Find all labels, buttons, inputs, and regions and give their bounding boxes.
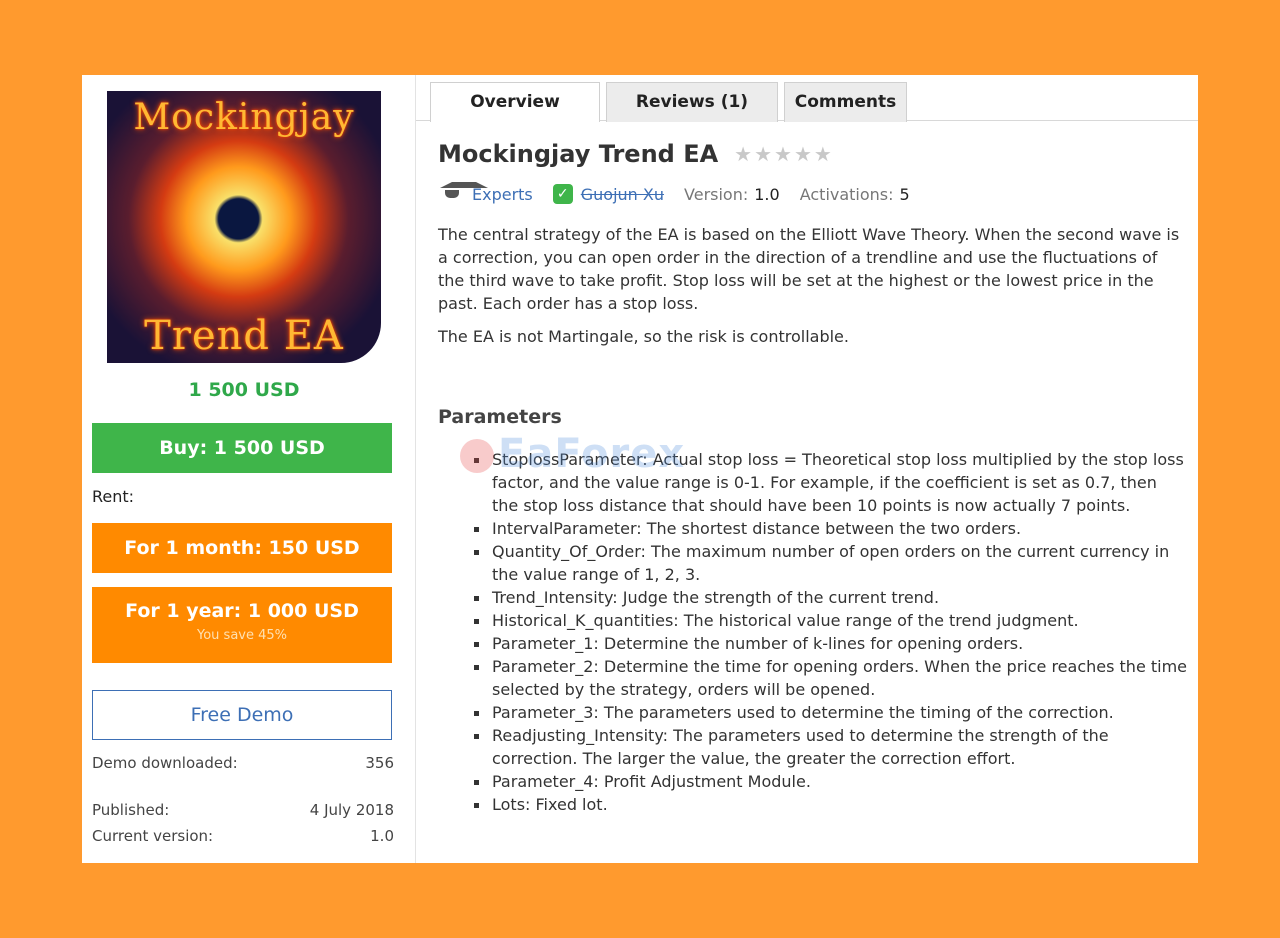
- current-version-row: Current version: 1.0: [92, 827, 394, 845]
- version-value: 1.0: [754, 184, 780, 204]
- version-label: Version:: [684, 184, 749, 204]
- info-label: Demo downloaded:: [92, 754, 238, 772]
- info-value: 356: [365, 754, 394, 772]
- verified-check-icon: ✓: [552, 184, 573, 204]
- buy-button[interactable]: Buy: 1 500 USD: [92, 423, 392, 473]
- tab-comments[interactable]: Comments: [784, 82, 907, 122]
- published-row: Published: 4 July 2018: [92, 801, 394, 819]
- info-label: Current version:: [92, 827, 214, 845]
- parameters-heading: Parameters: [438, 406, 562, 428]
- product-image[interactable]: Mockingjay Trend EA: [107, 91, 381, 363]
- rent-year-savings: You save 45%: [197, 628, 287, 643]
- parameter-item: Parameter_1: Determine the number of k-l…: [474, 632, 1188, 655]
- tab-overview[interactable]: Overview: [430, 82, 600, 122]
- product-sidebar: Mockingjay Trend EA 1 500 USD Buy: 1 500…: [82, 75, 416, 863]
- graduation-cap-icon: [438, 184, 466, 204]
- parameter-item: StoplossParameter: Actual stop loss = Th…: [474, 448, 1188, 517]
- product-image-top-text: Mockingjay: [133, 97, 355, 138]
- parameter-item: Parameter_3: The parameters used to dete…: [474, 701, 1188, 724]
- title-row: Mockingjay Trend EA ★★★★★: [438, 135, 1188, 173]
- description-paragraph: The EA is not Martingale, so the risk is…: [438, 327, 849, 346]
- product-card: Mockingjay Trend EA 1 500 USD Buy: 1 500…: [82, 75, 1198, 863]
- activations-label: Activations:: [799, 184, 894, 204]
- parameter-item: Historical_K_quantities: The historical …: [474, 609, 1188, 632]
- product-image-bottom-text: Trend EA: [144, 313, 344, 359]
- info-value: 4 July 2018: [309, 801, 394, 819]
- activations-value: 5: [899, 184, 910, 204]
- tab-reviews[interactable]: Reviews (1): [606, 82, 778, 122]
- parameter-item: Lots: Fixed lot.: [474, 793, 1188, 816]
- rent-month-button[interactable]: For 1 month: 150 USD: [92, 523, 392, 573]
- parameter-item: Trend_Intensity: Judge the strength of t…: [474, 586, 1188, 609]
- parameter-item: Parameter_4: Profit Adjustment Module.: [474, 770, 1188, 793]
- parameter-item: Quantity_Of_Order: The maximum number of…: [474, 540, 1188, 586]
- rating-stars[interactable]: ★★★★★: [734, 142, 834, 166]
- free-demo-button[interactable]: Free Demo: [92, 690, 392, 740]
- author-link[interactable]: Guojun Xu: [581, 185, 664, 204]
- parameter-item: Parameter_2: Determine the time for open…: [474, 657, 1188, 699]
- parameter-item: IntervalParameter: The shortest distance…: [474, 517, 1188, 540]
- product-meta: Experts ✓ Guojun Xu Version: 1.0 Activat…: [438, 181, 1188, 207]
- info-label: Published:: [92, 801, 170, 819]
- rent-label: Rent:: [92, 487, 135, 506]
- product-price: 1 500 USD: [188, 379, 300, 401]
- parameters-list: StoplossParameter: Actual stop loss = Th…: [474, 448, 1188, 816]
- description-paragraph: The central strategy of the EA is based …: [438, 225, 1180, 313]
- parameter-item: Readjusting_Intensity: The parameters us…: [474, 724, 1188, 770]
- product-tabs: Overview Reviews (1) Comments: [416, 75, 1198, 122]
- overview-content: Mockingjay Trend EA ★★★★★ Experts ✓ Guoj…: [438, 135, 1188, 816]
- rent-year-label: For 1 year: 1 000 USD: [125, 600, 359, 622]
- info-value: 1.0: [370, 827, 394, 845]
- rent-year-button[interactable]: For 1 year: 1 000 USD You save 45%: [92, 587, 392, 663]
- product-title: Mockingjay Trend EA: [438, 140, 719, 168]
- demo-downloaded-row: Demo downloaded: 356: [92, 754, 394, 772]
